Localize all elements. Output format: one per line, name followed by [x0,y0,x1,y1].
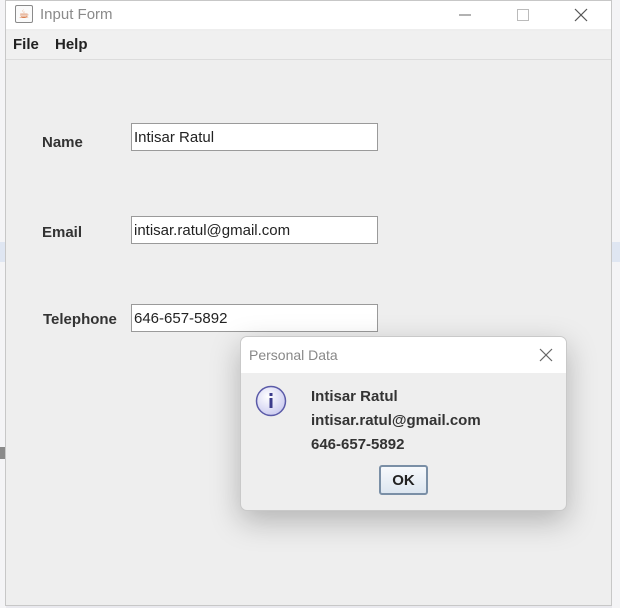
window-title: Input Form [40,6,113,23]
telephone-label: Telephone [43,311,117,328]
email-field[interactable] [131,216,378,244]
menu-help[interactable]: Help [55,36,88,53]
input-form-window: ☕ Input Form File Help Name Email Teleph… [5,0,612,606]
close-icon [574,8,588,22]
telephone-field[interactable] [131,304,378,332]
dialog-close-button[interactable] [532,341,560,369]
dialog-title: Personal Data [249,347,338,363]
menu-bar: File Help [6,31,611,60]
minimize-icon [459,14,471,16]
background-highlight-right [612,242,620,262]
minimize-button[interactable] [442,1,488,29]
email-label: Email [42,224,83,241]
dialog-name-text: Intisar Ratul [311,388,398,405]
maximize-icon [517,9,529,21]
personal-data-dialog: Personal Data Intisar Ratul intisar.ratu… [240,336,567,511]
close-button[interactable] [558,1,604,29]
dialog-titlebar[interactable]: Personal Data [241,337,566,373]
window-titlebar[interactable]: ☕ Input Form [6,1,611,29]
maximize-button[interactable] [500,1,546,29]
name-label: Name [42,134,83,151]
dialog-telephone-text: 646-657-5892 [311,436,405,453]
name-field[interactable] [131,123,378,151]
java-app-icon: ☕ [15,5,33,23]
ok-button[interactable]: OK [379,465,428,495]
close-icon [539,348,553,362]
info-icon [255,385,287,417]
background-window-edge-right [612,0,620,608]
menu-file[interactable]: File [13,36,39,53]
dialog-email-text: intisar.ratul@gmail.com [311,412,481,429]
